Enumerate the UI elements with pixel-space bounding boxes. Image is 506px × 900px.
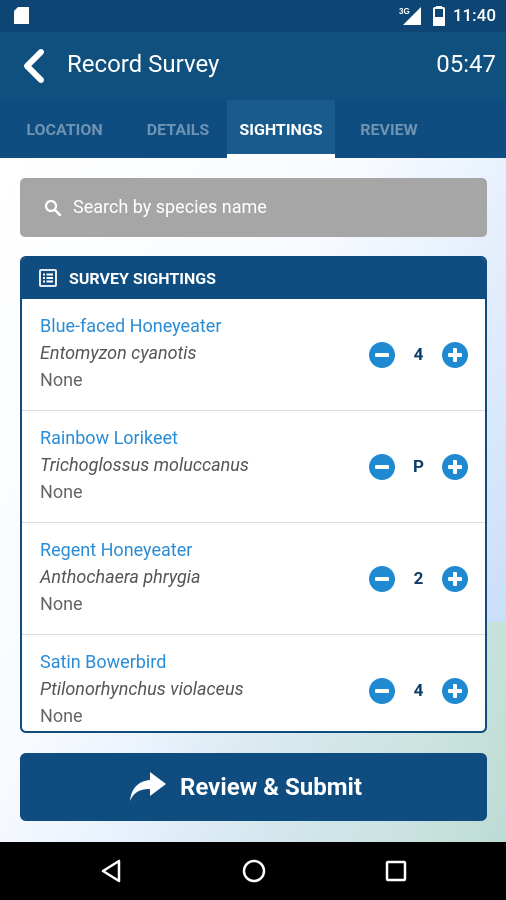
tab-location[interactable]: LOCATION (0, 100, 129, 158)
sighting-note: None (40, 594, 83, 615)
species-scientific-name: Entomyzon cyanotis (40, 343, 197, 364)
species-common-name[interactable]: Rainbow Lorikeet (40, 428, 178, 449)
sighting-note: None (40, 482, 83, 503)
sighting-note: None (40, 370, 83, 391)
species-scientific-name: Anthochaera phrygia (40, 567, 201, 588)
app-bar: Record Survey 05:47 (0, 32, 506, 100)
species-scientific-name: Ptilonorhynchus violaceus (40, 679, 244, 700)
network-type: 3G (399, 7, 410, 16)
tab-bar: LOCATION DETAILS SIGHTINGS REVIEW (0, 100, 506, 158)
share-arrow-icon (130, 772, 166, 801)
sighting-row[interactable]: Regent Honeyeater Anthochaera phrygia No… (22, 523, 485, 635)
decrement-count-button[interactable] (369, 342, 395, 368)
sd-card-icon (14, 7, 29, 24)
sightings-card: SURVEY SIGHTINGS Blue-faced Honeyeater E… (20, 256, 487, 733)
sightings-header: SURVEY SIGHTINGS (22, 258, 485, 299)
species-common-name[interactable]: Blue-faced Honeyeater (40, 316, 221, 337)
sighting-row[interactable]: Rainbow Lorikeet Trichoglossus moluccanu… (22, 411, 485, 523)
sighting-row[interactable]: Blue-faced Honeyeater Entomyzon cyanotis… (22, 299, 485, 411)
sighting-note: None (40, 706, 83, 727)
back-triangle-icon[interactable] (97, 856, 127, 886)
sightings-header-label: SURVEY SIGHTINGS (69, 269, 216, 288)
back-arrow-icon[interactable] (20, 49, 46, 83)
content-area: Search by species name SURVEY SIGHTINGS … (0, 158, 506, 842)
search-placeholder: Search by species name (73, 197, 267, 218)
survey-timer: 05:47 (436, 50, 496, 78)
increment-count-button[interactable] (442, 566, 468, 592)
increment-count-button[interactable] (442, 678, 468, 704)
home-circle-icon[interactable] (239, 856, 269, 886)
tab-details[interactable]: DETAILS (129, 100, 227, 158)
system-nav-bar (0, 842, 506, 900)
increment-count-button[interactable] (442, 342, 468, 368)
review-submit-label: Review & Submit (180, 773, 362, 801)
search-input[interactable]: Search by species name (20, 178, 487, 237)
sighting-count: P (413, 457, 424, 477)
decrement-count-button[interactable] (369, 678, 395, 704)
sighting-row[interactable]: Satin Bowerbird Ptilonorhynchus violaceu… (22, 635, 485, 731)
sighting-count: 4 (413, 345, 424, 365)
status-bar: 3G 11:40 (0, 0, 506, 32)
species-common-name[interactable]: Satin Bowerbird (40, 652, 166, 673)
signal-icon: 3G (399, 7, 421, 25)
review-submit-button[interactable]: Review & Submit (20, 753, 487, 821)
status-time: 11:40 (452, 6, 496, 26)
list-icon (39, 269, 57, 287)
decrement-count-button[interactable] (369, 454, 395, 480)
tab-sightings[interactable]: SIGHTINGS (227, 100, 335, 158)
recents-square-icon[interactable] (381, 856, 411, 886)
tab-review[interactable]: REVIEW (335, 100, 443, 158)
page-title: Record Survey (67, 50, 220, 78)
decrement-count-button[interactable] (369, 566, 395, 592)
sighting-count: 4 (413, 681, 424, 701)
increment-count-button[interactable] (442, 454, 468, 480)
sighting-count: 2 (413, 569, 424, 589)
species-scientific-name: Trichoglossus moluccanus (40, 455, 249, 476)
battery-icon (432, 6, 445, 26)
search-icon (44, 199, 62, 217)
species-common-name[interactable]: Regent Honeyeater (40, 540, 192, 561)
